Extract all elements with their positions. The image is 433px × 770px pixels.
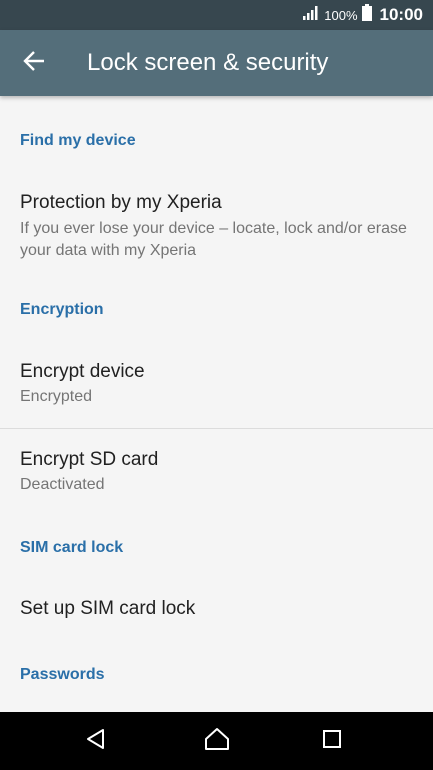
recents-icon bbox=[322, 729, 342, 754]
item-summary: Encrypted bbox=[20, 388, 93, 405]
clock: 10:00 bbox=[379, 5, 423, 24]
back-button[interactable] bbox=[14, 43, 54, 83]
list-item-encrypt-sd-card[interactable]: Encrypt SD card Deactivated bbox=[0, 434, 433, 514]
item-summary: Deactivated bbox=[20, 476, 105, 493]
nav-back-button[interactable] bbox=[76, 721, 116, 761]
nav-home-button[interactable] bbox=[197, 721, 237, 761]
settings-list: Find my device Protection by my Xperia I… bbox=[0, 96, 433, 712]
status-icons: 100% 10:00 bbox=[302, 0, 423, 30]
list-item-set-up-sim-card-lock[interactable]: Set up SIM card lock bbox=[0, 576, 433, 646]
app-bar: Lock screen & security bbox=[0, 30, 433, 96]
back-triangle-icon bbox=[85, 728, 107, 755]
section-header-find-my-device: Find my device bbox=[20, 132, 136, 149]
signal-icon bbox=[302, 5, 320, 25]
battery-icon bbox=[361, 4, 372, 26]
section-header-sim-card-lock: SIM card lock bbox=[20, 539, 124, 556]
divider bbox=[0, 428, 433, 429]
list-item-encrypt-device[interactable]: Encrypt device Encrypted bbox=[0, 346, 433, 428]
section-header-encryption: Encryption bbox=[20, 301, 104, 318]
home-icon bbox=[204, 727, 230, 756]
item-summary: If you ever lose your device – locate, l… bbox=[20, 220, 407, 259]
navigation-bar bbox=[0, 712, 433, 770]
arrow-back-icon bbox=[23, 50, 45, 76]
section-header-passwords: Passwords bbox=[20, 666, 105, 683]
battery-percentage: 100% bbox=[324, 7, 358, 23]
item-title: Encrypt SD card bbox=[20, 449, 159, 470]
item-title: Encrypt device bbox=[20, 361, 145, 382]
page-title: Lock screen & security bbox=[87, 49, 329, 76]
list-item-protection-by-my-xperia[interactable]: Protection by my Xperia If you ever lose… bbox=[0, 176, 433, 266]
item-title: Protection by my Xperia bbox=[20, 192, 222, 213]
status-bar: 100% 10:00 bbox=[0, 0, 433, 30]
nav-recents-button[interactable] bbox=[312, 721, 352, 761]
item-title: Set up SIM card lock bbox=[20, 598, 196, 619]
